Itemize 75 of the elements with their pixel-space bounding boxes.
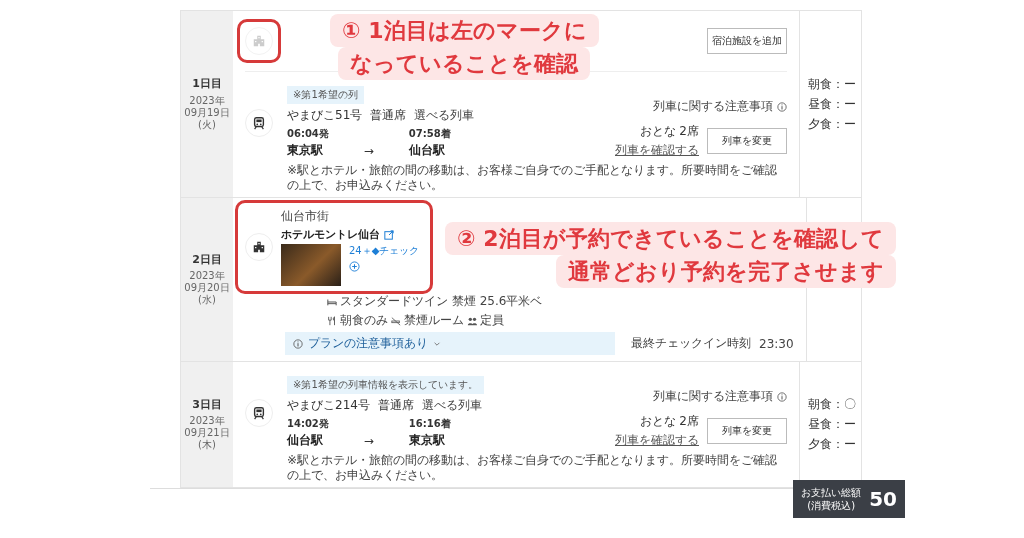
date-label: 09月20日 <box>184 282 230 295</box>
train-info-notice: ※第1希望の列 <box>287 86 364 104</box>
meal-info: 朝食：〇 <box>808 396 857 413</box>
check-train-link[interactable]: 列車を確認する <box>615 142 699 159</box>
departure-station: 仙台駅 <box>287 432 324 449</box>
meal-info: 夕食：ー <box>808 115 857 133</box>
plan-notice-toggle[interactable]: プランの注意事項あり <box>285 332 615 355</box>
train-tag: 選べる列車 <box>414 107 475 124</box>
capacity-label: 定員 <box>480 312 504 329</box>
route-arrow: → <box>362 143 375 158</box>
train-caution-link[interactable]: 列車に関する注意事項 <box>653 98 773 115</box>
day-label: 2日目 <box>192 252 222 267</box>
train-icon <box>245 108 273 137</box>
year-label: 2023年 <box>189 94 225 107</box>
change-train-button[interactable]: 列車を変更 <box>707 418 787 444</box>
external-link-icon[interactable] <box>384 229 394 240</box>
info-icon[interactable] <box>777 391 787 402</box>
seat-count: おとな 2席 <box>639 123 699 140</box>
checkin-time: 23:30 <box>759 336 794 351</box>
tax-note: (消費税込) <box>807 499 856 512</box>
weekday-label: (水) <box>198 294 216 307</box>
payment-label: お支払い総額 <box>801 486 862 499</box>
departure-station: 東京駅 <box>287 142 324 159</box>
weekday-label: (木) <box>198 439 216 452</box>
route-arrow: → <box>362 433 375 448</box>
check-train-link[interactable]: 列車を確認する <box>615 432 699 449</box>
seat-class: 普通席 <box>370 107 407 124</box>
add-lodging-button[interactable]: 宿泊施設を追加 <box>707 28 787 54</box>
seat-class: 普通席 <box>377 397 414 414</box>
meal-plan: 朝食のみ <box>340 312 388 329</box>
train-name: やまびこ51号 <box>287 107 363 124</box>
plan-name[interactable]: 24＋◆チェック <box>349 244 420 258</box>
callout-text: ① 1泊目は左のマークに <box>330 14 599 47</box>
checkin-label: 最終チェックイン時刻 <box>631 335 751 352</box>
no-smoking-icon <box>391 315 401 326</box>
payment-amount: 50 <box>869 487 897 511</box>
photo-placeholder <box>281 244 341 286</box>
smoking-room: 禁煙ルーム <box>404 312 464 329</box>
plus-icon[interactable] <box>349 261 360 272</box>
train-name: やまびこ214号 <box>287 397 370 414</box>
meal-info: 昼食：ー <box>808 416 857 433</box>
info-icon <box>293 338 303 349</box>
callout-text: なっていることを確認 <box>338 47 591 80</box>
change-train-button[interactable]: 列車を変更 <box>707 128 787 154</box>
departure-time: 06:04発 <box>287 127 329 141</box>
transfer-note: ※駅とホテル・旅館の間の移動は、お客様ご自身でのご手配となります。所要時間をご確認の上で、お申込みください。 <box>287 453 779 483</box>
train-icon <box>245 398 273 427</box>
day-label: 3日目 <box>192 397 222 412</box>
meal-info: 朝食：ー <box>808 75 857 93</box>
callout-text: ② 2泊目が予約できていることを確認して <box>445 222 896 255</box>
arrival-time: 16:16着 <box>408 417 451 431</box>
people-icon <box>467 315 477 326</box>
info-icon[interactable] <box>777 101 787 112</box>
train-caution-link[interactable]: 列車に関する注意事項 <box>653 388 773 405</box>
date-label: 09月19日 <box>184 106 230 119</box>
arrival-station: 仙台駅 <box>408 142 446 159</box>
room-type: スタンダードツイン 禁煙 25.6平米ベ <box>340 293 543 310</box>
arrival-station: 東京駅 <box>408 432 446 449</box>
year-label: 2023年 <box>189 270 225 283</box>
departure-time: 14:02発 <box>287 417 329 431</box>
meal-icon <box>327 315 337 326</box>
day-label: 1日目 <box>192 77 222 91</box>
date-label: 09月21日 <box>184 427 230 440</box>
seat-count: おとな 2席 <box>639 413 699 430</box>
meal-info: 昼食：ー <box>808 95 857 113</box>
weekday-label: (火) <box>198 118 216 131</box>
callout-text: 通常どおり予約を完了させます <box>555 255 896 288</box>
arrival-time: 07:58着 <box>408 127 451 141</box>
meal-info: 夕食：ー <box>808 436 857 453</box>
hotel-area: 仙台市街 <box>281 208 420 225</box>
hotel-name[interactable]: ホテルモントレ仙台 <box>281 227 380 242</box>
train-tag: 選べる列車 <box>421 397 482 414</box>
year-label: 2023年 <box>189 415 225 428</box>
train-info-notice: ※第1希望の列車情報を表示しています。 <box>287 376 484 394</box>
transfer-note: ※駅とホテル・旅館の間の移動は、お客様ご自身でのご手配となります。所要時間をご確認の上で、お申込みください。 <box>287 163 779 193</box>
